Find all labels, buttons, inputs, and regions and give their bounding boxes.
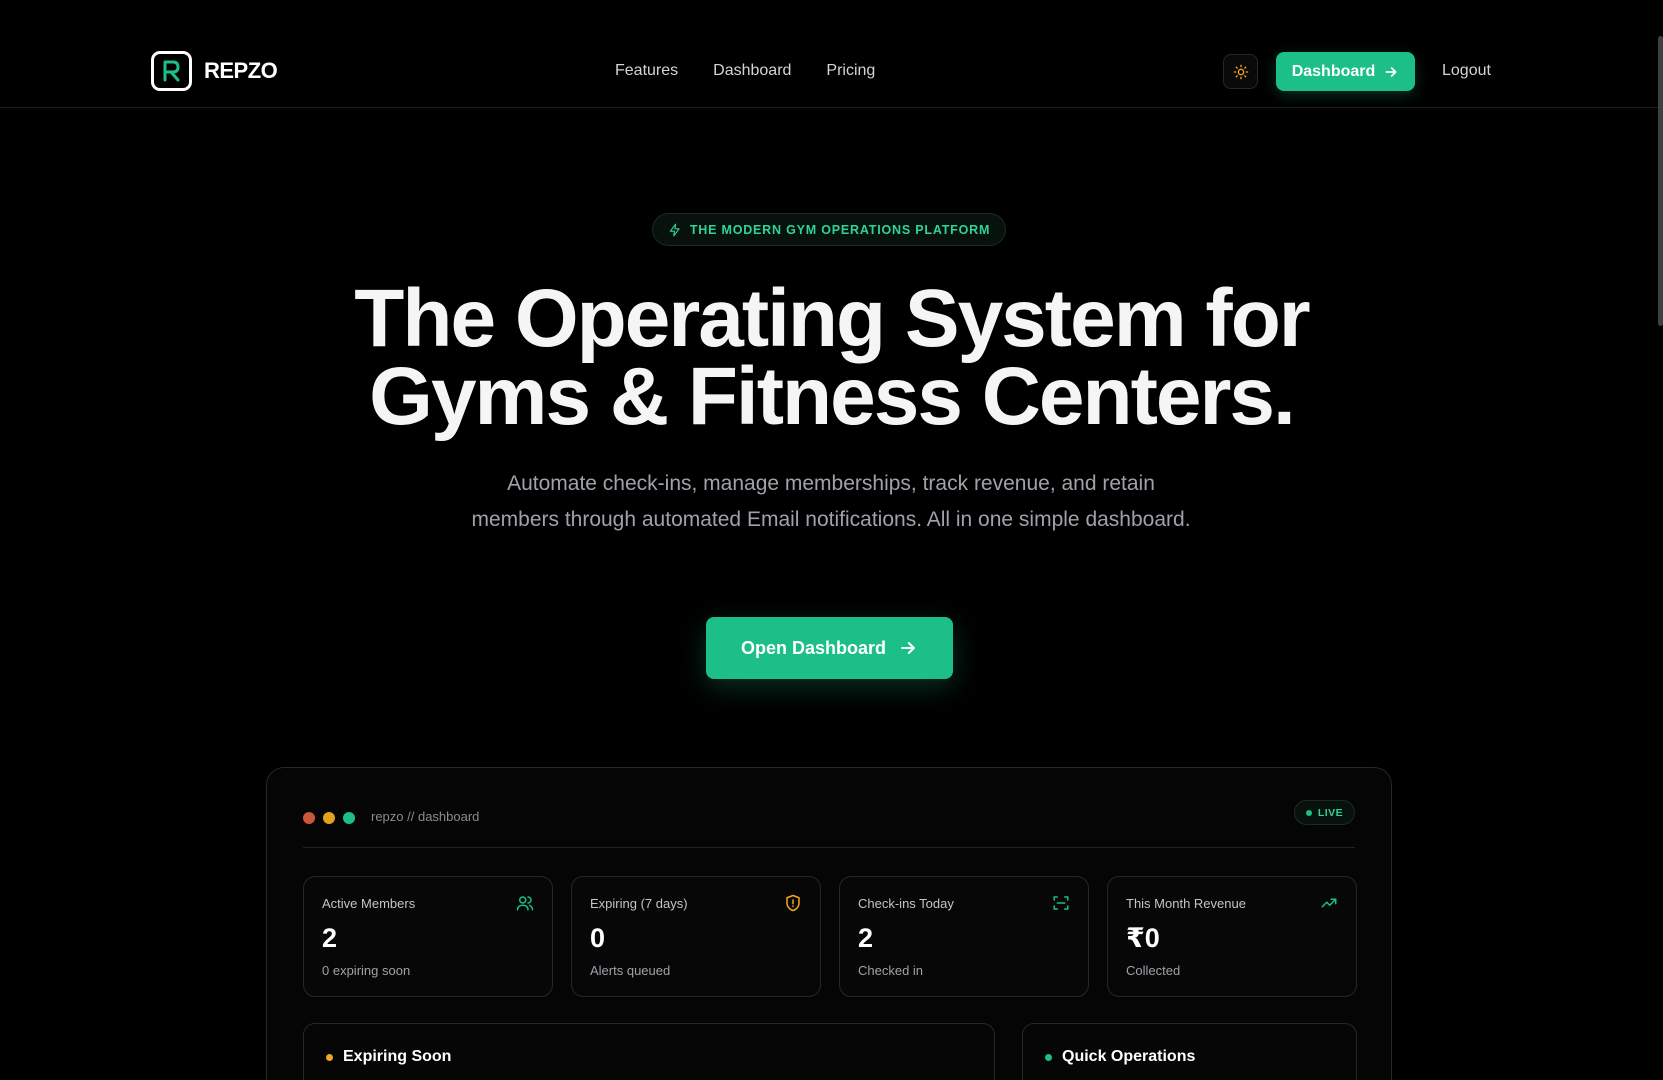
stat-label: This Month Revenue (1126, 896, 1246, 911)
nav-link-dashboard[interactable]: Dashboard (713, 62, 791, 80)
dashboard-preview: repzo // dashboard LIVE Active Members 2… (266, 767, 1392, 1080)
users-icon (516, 896, 534, 911)
window-dots (303, 812, 355, 824)
open-dashboard-label: Open Dashboard (740, 637, 887, 658)
shield-alert-icon (786, 894, 800, 912)
logo-icon (151, 51, 192, 91)
expiring-soon-label: Expiring Soon (343, 1048, 452, 1065)
trending-up-icon (1321, 898, 1337, 908)
nav-link-pricing[interactable]: Pricing (826, 62, 875, 80)
stat-label: Check-ins Today (858, 896, 954, 911)
hero-title: The Operating System for Gyms & Fitness … (0, 278, 1663, 438)
top-navbar: REPZO Features Dashboard Pricing Dashboa… (0, 0, 1658, 108)
stat-card-expiring: Expiring (7 days) 0 Alerts queued (571, 876, 821, 997)
logout-link[interactable]: Logout (1442, 62, 1491, 80)
preview-header: repzo // dashboard LIVE (303, 800, 1355, 848)
live-label: LIVE (1317, 806, 1344, 819)
tagline-pill: THE MODERN GYM OPERATIONS PLATFORM (652, 213, 1006, 246)
sun-icon (1233, 64, 1248, 79)
nav-links: Features Dashboard Pricing (615, 62, 875, 80)
stat-label: Expiring (7 days) (590, 896, 688, 911)
dot-green (343, 812, 355, 824)
scan-icon (1053, 896, 1069, 910)
stat-value: 2 (858, 923, 874, 953)
expiring-soon-title: Expiring Soon (326, 1048, 451, 1066)
stats-row: Active Members 2 0 expiring soon Expirin… (303, 876, 1357, 997)
amber-dot (326, 1053, 333, 1061)
theme-toggle-button[interactable] (1223, 54, 1258, 89)
dot-yellow (323, 812, 335, 824)
stat-card-active-members: Active Members 2 0 expiring soon (303, 876, 553, 997)
nav-link-features[interactable]: Features (615, 62, 678, 80)
quick-operations-title: Quick Operations (1045, 1048, 1195, 1066)
nav-dashboard-label: Dashboard (1291, 62, 1376, 80)
stat-value: 2 (322, 923, 338, 953)
quick-operations-label: Quick Operations (1062, 1048, 1196, 1065)
preview-path: repzo // dashboard (371, 809, 480, 824)
arrow-right-icon (901, 641, 915, 655)
stat-label: Active Members (322, 896, 416, 911)
stat-note: Alerts queued (590, 963, 671, 978)
brand-name: REPZO (204, 58, 278, 83)
live-badge: LIVE (1294, 800, 1355, 825)
stat-card-revenue: This Month Revenue ₹0 Collected (1107, 876, 1357, 997)
stat-note: 0 expiring soon (322, 963, 411, 978)
stat-note: Collected (1126, 963, 1181, 978)
hero-subtitle: Automate check-ins, manage memberships, … (471, 472, 1191, 531)
brand-logo[interactable]: REPZO (151, 51, 278, 91)
hero-title-line2: Gyms & Fitness Centers. (369, 351, 1296, 442)
stat-value: 0 (590, 923, 606, 953)
expiring-soon-card: Expiring Soon (303, 1023, 995, 1080)
dot-red (303, 812, 315, 824)
green-dot (1045, 1053, 1052, 1061)
lightning-icon (669, 223, 680, 236)
quick-operations-card: Quick Operations (1022, 1023, 1357, 1080)
stat-note: Checked in (858, 963, 924, 978)
nav-dashboard-button[interactable]: Dashboard (1276, 52, 1415, 91)
arrow-right-icon (1385, 66, 1397, 77)
stat-card-checkins: Check-ins Today 2 Checked in (839, 876, 1089, 997)
stat-value: ₹0 (1126, 923, 1160, 953)
open-dashboard-button[interactable]: Open Dashboard (706, 617, 953, 679)
tagline-text: THE MODERN GYM OPERATIONS PLATFORM (689, 222, 991, 237)
live-dot (1305, 809, 1312, 816)
